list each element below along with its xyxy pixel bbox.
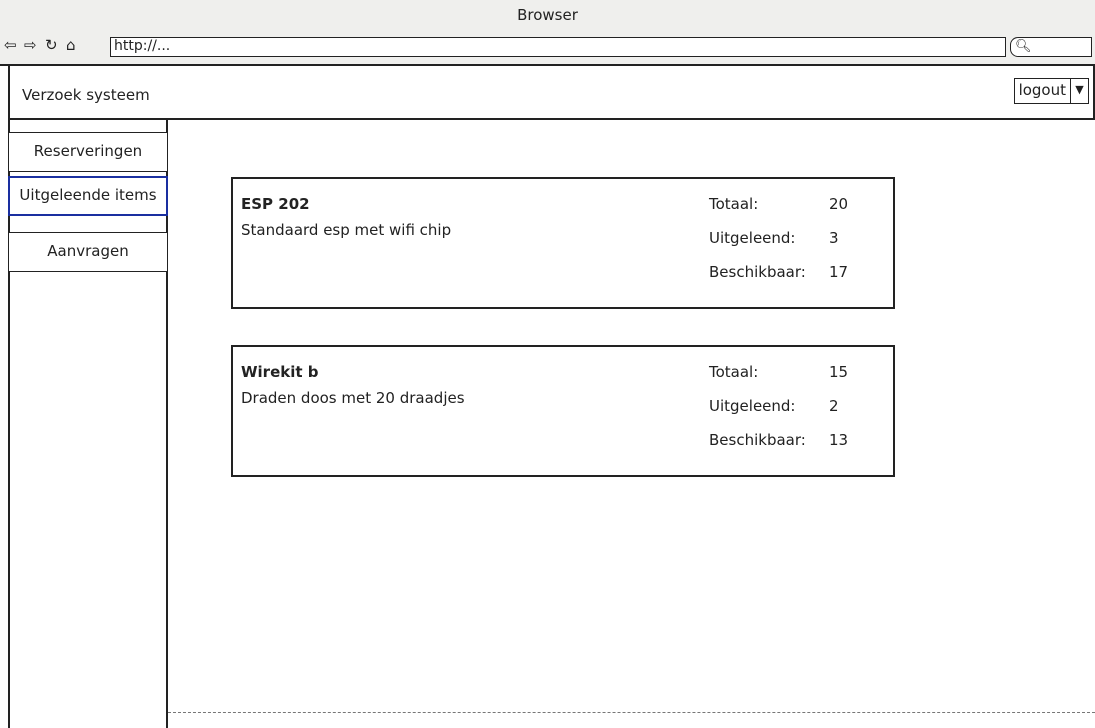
borrowed-value: 3 bbox=[829, 229, 839, 247]
sidebar-item-reserveringen[interactable]: Reserveringen bbox=[8, 132, 168, 172]
divider bbox=[168, 712, 1095, 713]
browser-chrome: Browser ⇦ ⇨ ↻ ⌂ http://... 🔍︎ bbox=[0, 0, 1095, 66]
available-value: 17 bbox=[829, 263, 849, 281]
search-icon: 🔍︎ bbox=[1015, 39, 1032, 54]
browser-title: Browser bbox=[517, 6, 578, 24]
home-icon[interactable]: ⌂ bbox=[66, 34, 76, 56]
item-name: Wirekit b bbox=[241, 363, 319, 381]
available-label: Beschikbaar: bbox=[709, 431, 806, 449]
item-description: Draden doos met 20 draadjes bbox=[241, 389, 465, 407]
item-card[interactable]: Wirekit b Draden doos met 20 draadjes To… bbox=[231, 345, 895, 477]
item-card[interactable]: ESP 202 Standaard esp met wifi chip Tota… bbox=[231, 177, 895, 309]
url-field[interactable]: http://... bbox=[110, 37, 1006, 57]
available-label: Beschikbaar: bbox=[709, 263, 806, 281]
total-label: Totaal: bbox=[709, 363, 759, 381]
browser-navbar: ⇦ ⇨ ↻ ⌂ http://... 🔍︎ bbox=[0, 34, 1095, 58]
borrowed-label: Uitgeleend: bbox=[709, 397, 796, 415]
sidebar-item-aanvragen[interactable]: Aanvragen bbox=[8, 232, 168, 272]
app-header: Verzoek systeem logout ▼ bbox=[8, 66, 1095, 120]
borrowed-value: 2 bbox=[829, 397, 839, 415]
sidebar: Reserveringen Uitgeleende items Aanvrage… bbox=[8, 120, 168, 728]
borrowed-label: Uitgeleend: bbox=[709, 229, 796, 247]
logout-dropdown[interactable]: logout ▼ bbox=[1013, 78, 1089, 104]
total-label: Totaal: bbox=[709, 195, 759, 213]
back-arrow-icon[interactable]: ⇦ bbox=[4, 34, 17, 56]
logout-button[interactable]: logout bbox=[1013, 78, 1071, 104]
total-value: 15 bbox=[829, 363, 849, 381]
total-value: 20 bbox=[829, 195, 849, 213]
forward-arrow-icon[interactable]: ⇨ bbox=[24, 34, 37, 56]
chevron-down-icon[interactable]: ▼ bbox=[1071, 78, 1089, 104]
available-value: 13 bbox=[829, 431, 849, 449]
sidebar-item-uitgeleende-items[interactable]: Uitgeleende items bbox=[8, 176, 168, 216]
app-title: Verzoek systeem bbox=[22, 86, 150, 104]
browser-search-field[interactable]: 🔍︎ bbox=[1010, 37, 1092, 57]
reload-icon[interactable]: ↻ bbox=[45, 34, 58, 56]
item-name: ESP 202 bbox=[241, 195, 310, 213]
item-description: Standaard esp met wifi chip bbox=[241, 221, 452, 239]
